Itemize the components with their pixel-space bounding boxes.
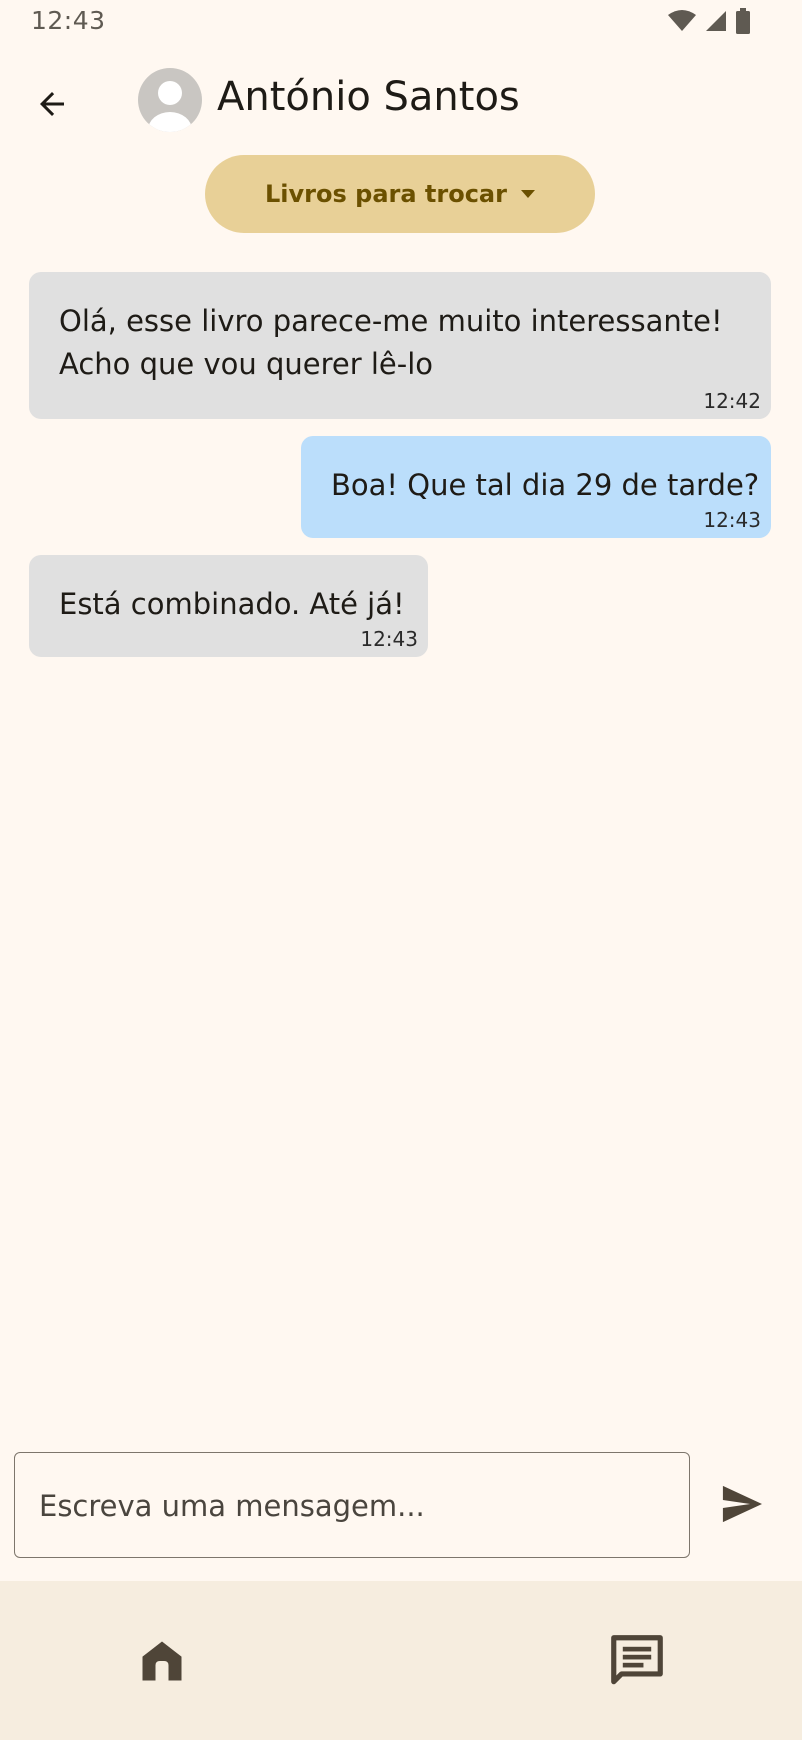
chat-icon	[611, 1635, 663, 1685]
contact-name: António Santos	[217, 74, 520, 120]
message-time: 12:43	[360, 627, 418, 651]
send-button[interactable]	[712, 1474, 772, 1534]
message-line: Olá, esse livro parece-me muito interess…	[59, 304, 723, 338]
arrow-back-icon	[40, 92, 64, 116]
message-line: Boa! Que tal dia 29 de tarde?	[331, 468, 760, 502]
battery-icon	[736, 8, 750, 38]
message-text: Olá, esse livro parece-me muito interess…	[59, 300, 723, 386]
message-bubble-sent: Boa! Que tal dia 29 de tarde? 12:43	[301, 436, 771, 538]
contact-avatar[interactable]	[138, 68, 202, 132]
person-avatar-icon	[148, 81, 192, 132]
message-input-field[interactable]	[14, 1452, 690, 1559]
cell-signal-icon	[704, 9, 728, 37]
category-dropdown[interactable]: Livros para trocar	[205, 155, 595, 233]
status-bar: 12:43	[0, 0, 802, 44]
message-time: 12:43	[703, 508, 761, 532]
wifi-icon	[668, 9, 696, 37]
dropdown-arrow-icon	[520, 190, 535, 198]
message-text: Boa! Que tal dia 29 de tarde?	[331, 464, 759, 507]
nav-chat[interactable]	[597, 1621, 677, 1701]
message-text: Está combinado. Até já!	[59, 583, 405, 626]
home-icon	[142, 1641, 182, 1681]
message-line: Está combinado. Até já!	[59, 587, 405, 621]
send-icon	[722, 1485, 762, 1523]
app-bar: António Santos	[0, 56, 802, 144]
message-line: Acho que vou querer lê-lo	[59, 347, 434, 381]
message-input[interactable]	[37, 1453, 671, 1559]
nav-home[interactable]	[122, 1621, 202, 1701]
message-bubble-received: Olá, esse livro parece-me muito interess…	[29, 272, 771, 419]
message-bubble-received: Está combinado. Até já! 12:43	[29, 555, 428, 657]
status-time: 12:43	[31, 6, 106, 35]
status-icons	[668, 8, 750, 38]
category-selected-label: Livros para trocar	[265, 180, 507, 208]
message-time: 12:42	[703, 389, 761, 413]
back-button[interactable]	[22, 74, 82, 134]
bottom-navigation	[0, 1581, 802, 1740]
